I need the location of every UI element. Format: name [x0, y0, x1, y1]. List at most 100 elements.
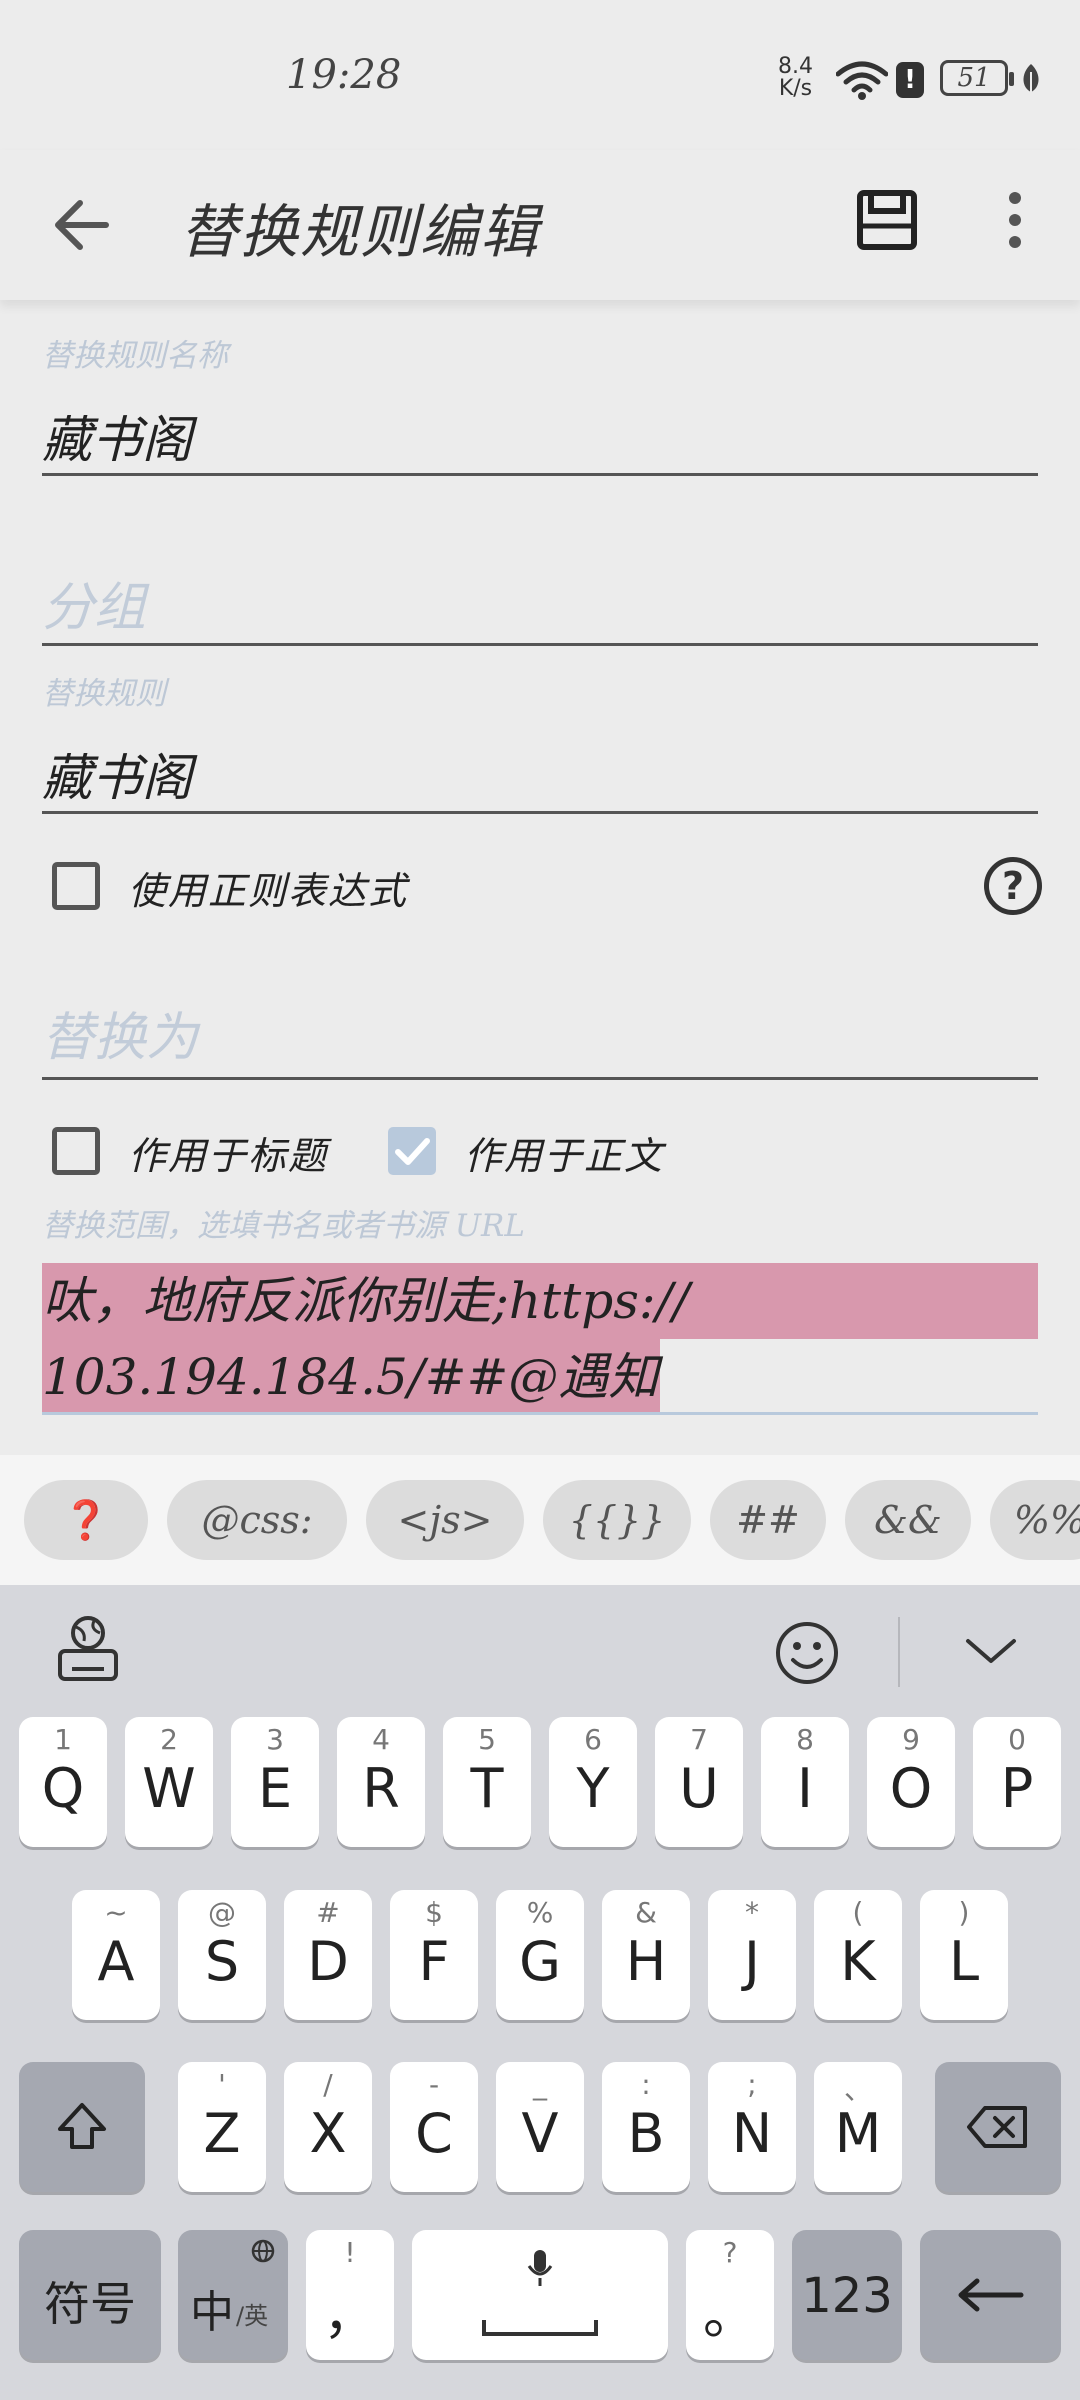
apply-title-checkbox[interactable]	[52, 1127, 100, 1175]
key-b[interactable]: :B	[602, 2062, 690, 2192]
chip-braces[interactable]: {{}}	[543, 1480, 691, 1560]
collapse-keyboard-icon[interactable]	[964, 1635, 1018, 1665]
key-e[interactable]: 3E	[231, 1717, 319, 1847]
wifi-icon	[836, 61, 888, 100]
key-c[interactable]: -C	[390, 2062, 478, 2192]
space-key[interactable]	[412, 2230, 668, 2360]
key-hint: -	[428, 2068, 440, 2101]
key-m[interactable]: 、 M	[814, 2062, 902, 2192]
key-hint: ;	[747, 2068, 757, 2101]
key-label: J	[744, 1930, 760, 1993]
key-u[interactable]: 7U	[655, 1717, 743, 1847]
key-z[interactable]: ' Z	[178, 2062, 266, 2192]
key-hint: )	[958, 1896, 970, 1929]
key-s[interactable]: @ S	[178, 1890, 266, 2020]
network-speed: 8.4 K/s	[778, 56, 813, 100]
key-label: Q	[41, 1757, 85, 1820]
keyboard-language-icon[interactable]	[56, 1613, 120, 1683]
chip-js[interactable]: <js>	[366, 1480, 524, 1560]
key-i[interactable]: 8I	[761, 1717, 849, 1847]
lang-sub-label: /英	[236, 2302, 269, 2330]
key-hint: @	[208, 1896, 236, 1929]
scope-field[interactable]: 呔，地府反派你别走;https:// 103.194.184.5/##@遇知	[42, 1263, 1038, 1415]
key-f[interactable]: $ F	[390, 1890, 478, 2020]
emoji-icon[interactable]	[774, 1620, 840, 1686]
chip-percent[interactable]: %%	[990, 1480, 1080, 1560]
key-l[interactable]: ) L	[920, 1890, 1008, 2020]
key-label: Y	[576, 1757, 610, 1820]
comma-key[interactable]: !，	[306, 2230, 394, 2360]
scope-value-line1: 呔，地府反派你别走;https://	[42, 1263, 1038, 1339]
name-field[interactable]: 藏书阁	[42, 400, 192, 472]
key-h[interactable]: & H	[602, 1890, 690, 2020]
key-y[interactable]: 6Y	[549, 1717, 637, 1847]
period-key[interactable]: ?。	[686, 2230, 774, 2360]
replace-with-field[interactable]: 替换为	[42, 995, 198, 1070]
key-label: Z	[203, 2102, 241, 2165]
name-field-label: 替换规则名称	[42, 338, 228, 374]
soft-keyboard: 1Q 2W 3E 4R 5T 6Y 7U 8I 9O 0P ~ A @ S # D $…	[0, 1585, 1080, 2400]
rule-field[interactable]: 藏书阁	[42, 738, 192, 810]
key-t[interactable]: 5T	[443, 1717, 531, 1847]
key-v[interactable]: _ V	[496, 2062, 584, 2192]
key-label: P	[1000, 1757, 1034, 1820]
key-hint: _	[533, 2068, 547, 2101]
save-icon[interactable]	[855, 188, 919, 252]
use-regex-label: 使用正则表达式	[128, 869, 409, 913]
key-g[interactable]: % G	[496, 1890, 584, 2020]
chip-and[interactable]: &&	[845, 1480, 971, 1560]
apply-content-label: 作用于正文	[464, 1134, 665, 1178]
key-hint: 9	[902, 1723, 920, 1756]
key-r[interactable]: 4R	[337, 1717, 425, 1847]
key-hint: 8	[796, 1723, 814, 1756]
battery-icon: 51	[940, 60, 1014, 96]
key-d[interactable]: # D	[284, 1890, 372, 2020]
app-toolbar: 替换规则编辑	[0, 150, 1080, 300]
page-title: 替换规则编辑	[180, 198, 541, 266]
use-regex-checkbox[interactable]	[52, 862, 100, 910]
key-hint: $	[425, 1896, 443, 1929]
key-w[interactable]: 2W	[125, 1717, 213, 1847]
key-p[interactable]: 0P	[973, 1717, 1061, 1847]
more-options-icon[interactable]	[1000, 190, 1030, 250]
key-label: F	[418, 1930, 450, 1993]
numbers-key[interactable]: 123	[792, 2230, 902, 2360]
key-n[interactable]: ; N	[708, 2062, 796, 2192]
chip-help[interactable]: ❓	[24, 1480, 148, 1560]
key-hint: /	[323, 2068, 333, 2101]
apply-content-checkbox[interactable]	[388, 1127, 436, 1175]
enter-key[interactable]	[920, 2230, 1061, 2360]
key-hint: %	[526, 1896, 554, 1929]
network-speed-unit: K/s	[778, 76, 813, 101]
key-label: ，	[323, 2283, 377, 2346]
key-hint: !	[344, 2236, 356, 2269]
key-j[interactable]: * J	[708, 1890, 796, 2020]
help-icon[interactable]: ?	[984, 857, 1042, 915]
language-switch-key[interactable]: 中 /英	[178, 2230, 288, 2360]
key-hint: #	[316, 1896, 340, 1929]
backspace-key[interactable]	[935, 2062, 1061, 2192]
symbols-key[interactable]: 符号	[19, 2230, 161, 2360]
key-a[interactable]: ~ A	[72, 1890, 160, 2020]
key-hint: 5	[478, 1723, 496, 1756]
shift-icon	[58, 2103, 106, 2149]
apply-title-label: 作用于标题	[128, 1134, 329, 1178]
key-q[interactable]: 1Q	[19, 1717, 107, 1847]
key-hint: 7	[690, 1723, 708, 1756]
key-hint: :	[641, 2068, 651, 2101]
key-o[interactable]: 9O	[867, 1717, 955, 1847]
key-label: K	[840, 1930, 876, 1993]
key-k[interactable]: (K	[814, 1890, 902, 2020]
shift-key[interactable]	[19, 2062, 145, 2192]
chip-hash[interactable]: ##	[710, 1480, 826, 1560]
chip-css[interactable]: @css:	[167, 1480, 347, 1560]
group-field[interactable]: 分组	[42, 565, 146, 640]
back-arrow-icon[interactable]	[50, 195, 112, 255]
key-x[interactable]: / X	[284, 2062, 372, 2192]
key-label: T	[470, 1757, 504, 1820]
key-hint: 6	[584, 1723, 602, 1756]
checkmark-icon	[395, 1138, 430, 1165]
rule-field-label: 替换规则	[42, 676, 166, 712]
lang-main-label: 中	[190, 2287, 234, 2338]
key-hint: 0	[1008, 1723, 1026, 1756]
